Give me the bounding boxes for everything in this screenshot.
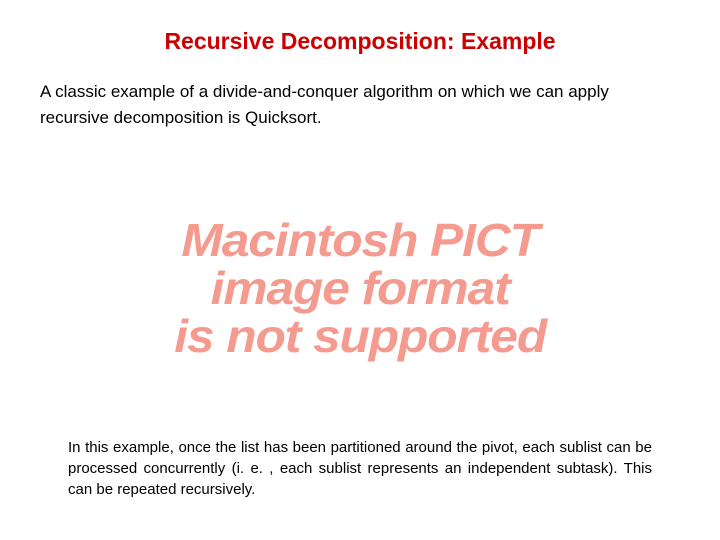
placeholder-line-1: Macintosh PICT (181, 214, 539, 266)
footnote-paragraph: In this example, once the list has been … (40, 437, 680, 510)
slide-title: Recursive Decomposition: Example (40, 28, 680, 55)
placeholder-line-2: image format (210, 262, 509, 314)
placeholder-message: Macintosh PICT image format is not suppo… (174, 216, 546, 361)
intro-paragraph: A classic example of a divide-and-conque… (40, 79, 680, 132)
image-placeholder: Macintosh PICT image format is not suppo… (40, 152, 680, 425)
slide: Recursive Decomposition: Example A class… (0, 0, 720, 540)
placeholder-line-3: is not supported (174, 310, 546, 362)
